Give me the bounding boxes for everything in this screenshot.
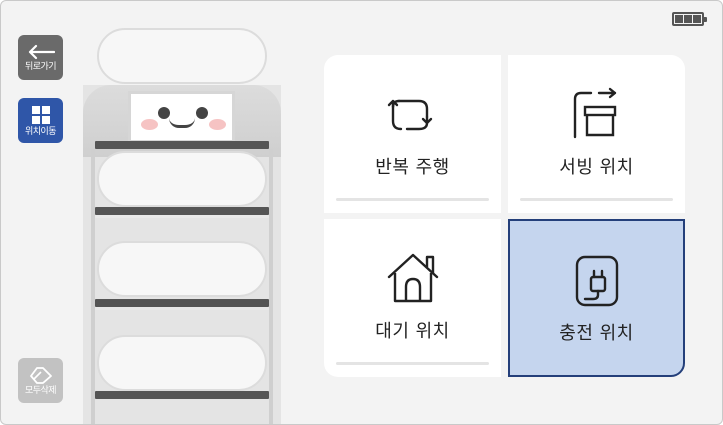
tray-shelf (95, 141, 269, 149)
tray-slot-3[interactable] (97, 335, 267, 391)
right-pole (269, 149, 273, 424)
left-pole (91, 149, 95, 424)
grid-icon (31, 105, 50, 124)
robot-face (128, 91, 235, 143)
top-tray-slot[interactable] (97, 28, 267, 84)
back-button[interactable]: 뒤로가기 (18, 35, 63, 80)
tray-shelf-edge (95, 215, 269, 218)
repeat-drive-button[interactable]: 반복 주행 (324, 55, 501, 213)
repeat-drive-label: 반복 주행 (375, 157, 450, 178)
repeat-icon (387, 99, 432, 131)
clear-all-label: 모두삭제 (24, 385, 57, 396)
serving-location-button[interactable]: 서빙 위치 (508, 55, 685, 213)
tile-underline (336, 198, 489, 201)
tile-underline (336, 362, 489, 365)
eraser-icon (29, 366, 52, 384)
right-cheek (209, 119, 226, 130)
location-action-grid: 반복 주행 서빙 위치 대기 위치 충전 위치 (324, 55, 685, 377)
tray-shelf (95, 207, 269, 215)
tray-shelf (95, 299, 269, 307)
charge-plug-icon (575, 255, 618, 307)
serving-box-icon (573, 87, 616, 139)
move-location-button[interactable]: 위치이동 (18, 98, 63, 143)
charging-location-button[interactable]: 충전 위치 (508, 219, 685, 377)
home-icon (387, 253, 438, 303)
standby-location-button[interactable]: 대기 위치 (324, 219, 501, 377)
serving-location-label: 서빙 위치 (559, 157, 634, 178)
standby-location-label: 대기 위치 (375, 321, 450, 342)
charging-location-label: 충전 위치 (559, 323, 634, 344)
clear-all-button[interactable]: 모두삭제 (18, 358, 63, 403)
back-button-label: 뒤로가기 (24, 61, 57, 72)
arrow-left-icon (28, 44, 55, 59)
robot-illustration (83, 25, 283, 424)
move-location-label: 위치이동 (24, 126, 57, 137)
robot-mouth (169, 118, 195, 128)
tile-underline (520, 198, 673, 201)
left-cheek (141, 119, 158, 130)
tray-slot-1[interactable] (97, 151, 267, 207)
tray-slot-2[interactable] (97, 241, 267, 297)
robot-control-screen: 뒤로가기 위치이동 모두삭제 반복 주행 서빙 위치 대기 위치 충전 위치 (0, 0, 723, 425)
battery-icon (672, 12, 707, 26)
tray-shelf-edge (95, 307, 269, 310)
right-eye (196, 107, 208, 119)
tray-shelf (95, 391, 269, 399)
